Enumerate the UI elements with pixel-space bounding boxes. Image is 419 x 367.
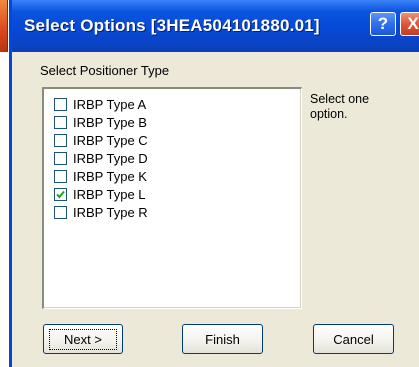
- close-button[interactable]: X: [400, 12, 419, 36]
- list-item-label: IRBP Type A: [73, 96, 147, 112]
- list-item-type-d[interactable]: IRBP Type D: [54, 149, 148, 167]
- next-button[interactable]: Next >: [43, 324, 123, 354]
- positioner-type-list[interactable]: IRBP Type A IRBP Type B IRBP Type C IRBP…: [42, 87, 302, 309]
- list-item-label: IRBP Type D: [73, 150, 148, 166]
- app-icon-edge: [0, 0, 8, 52]
- list-item-label: IRBP Type B: [73, 114, 147, 130]
- cancel-button-label: Cancel: [333, 331, 374, 347]
- checkbox[interactable]: [54, 133, 67, 147]
- list-item-label: IRBP Type L: [73, 186, 146, 202]
- checkbox[interactable]: [54, 187, 67, 201]
- selection-hint: Select one option.: [310, 92, 370, 121]
- cancel-button[interactable]: Cancel: [313, 324, 394, 354]
- list-item-type-k[interactable]: IRBP Type K: [54, 167, 147, 185]
- list-item-type-a[interactable]: IRBP Type A: [54, 95, 146, 113]
- checkbox[interactable]: [54, 97, 67, 111]
- checkbox[interactable]: [54, 205, 67, 219]
- next-button-label: Next >: [49, 328, 117, 350]
- list-item-type-c[interactable]: IRBP Type C: [54, 131, 148, 149]
- help-icon: ?: [377, 14, 389, 33]
- list-item-type-l[interactable]: IRBP Type L: [54, 185, 146, 203]
- title-bar[interactable]: Select Options [3HEA504101880.01] ? X: [12, 0, 419, 52]
- finish-button[interactable]: Finish: [182, 324, 263, 354]
- positioner-type-label: Select Positioner Type: [40, 63, 170, 78]
- checkbox[interactable]: [54, 115, 67, 129]
- list-item-label: IRBP Type K: [73, 168, 147, 184]
- window-title: Select Options [3HEA504101880.01]: [24, 16, 320, 35]
- check-icon: [56, 190, 65, 198]
- help-button[interactable]: ?: [370, 12, 396, 36]
- checkbox[interactable]: [54, 169, 67, 183]
- list-item-type-b[interactable]: IRBP Type B: [54, 113, 147, 131]
- close-icon: X: [407, 14, 419, 33]
- list-item-label: IRBP Type R: [73, 204, 148, 220]
- finish-button-label: Finish: [205, 331, 240, 347]
- list-item-type-r[interactable]: IRBP Type R: [54, 203, 148, 221]
- list-item-label: IRBP Type C: [73, 132, 148, 148]
- dialog-window: Select Options [3HEA504101880.01] ? X Se…: [9, 0, 419, 367]
- checkbox[interactable]: [54, 151, 67, 165]
